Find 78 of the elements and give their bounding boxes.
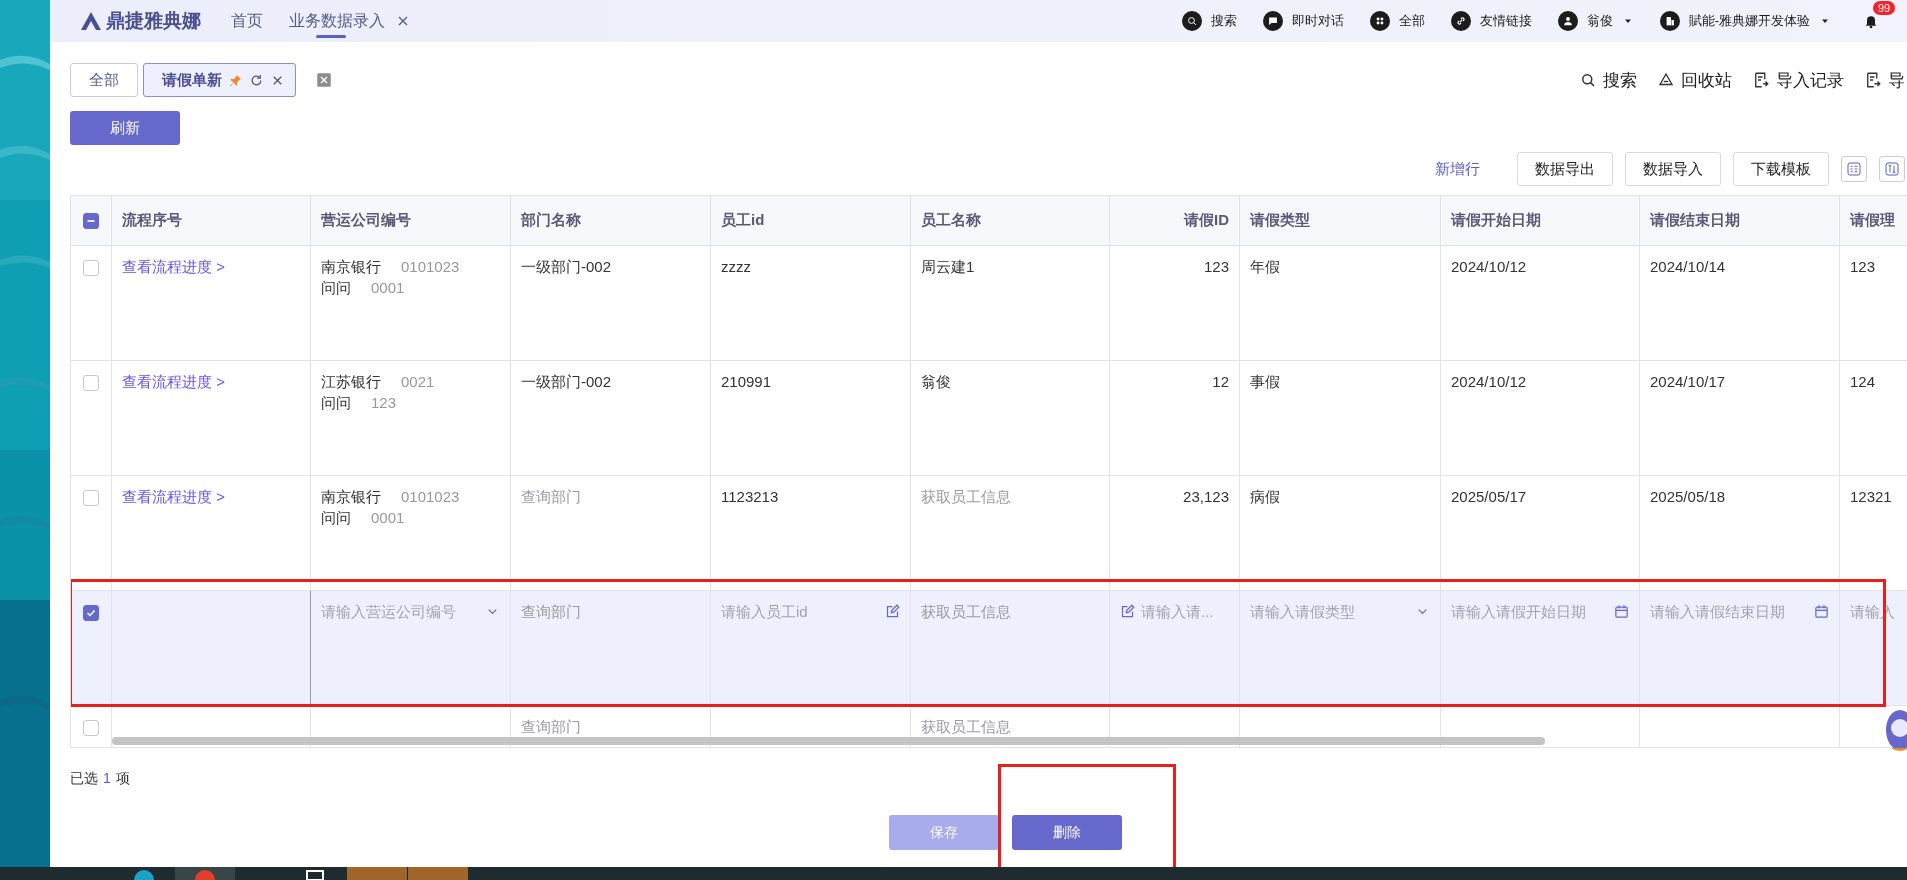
column-header: 请假类型 [1250, 211, 1310, 230]
end-date: 2025/05/18 [1650, 488, 1726, 505]
company-code: 0001 [371, 509, 405, 528]
employee-id: 1123213 [721, 488, 779, 505]
employee-name: 周云建1 [921, 258, 975, 277]
start-date: 2025/05/17 [1451, 488, 1527, 505]
leave-id: 12 [1212, 373, 1229, 390]
company-code: 0001 [371, 279, 405, 298]
leave-reason: 123 [1850, 258, 1876, 275]
footer-button[interactable]: 删除 [1012, 815, 1122, 850]
process-link[interactable]: 查看流程进度 > [122, 258, 225, 277]
company-name: 问问 [321, 509, 351, 528]
add-row-link[interactable]: 新增行 [1435, 159, 1480, 179]
top-menu-item[interactable]: 翁俊 [1557, 11, 1634, 31]
leave-type: 事假 [1250, 373, 1280, 392]
top-menu-item[interactable]: 賦能-雅典娜开发体验 [1659, 11, 1831, 31]
end-date: 2024/10/14 [1650, 258, 1726, 275]
nav-tab[interactable]: 业务数据录入 [289, 0, 411, 42]
employee-id: 210991 [721, 373, 772, 390]
company-name: 江苏银行 [321, 373, 381, 392]
app-logo-text: 鼎捷雅典娜 [106, 9, 201, 33]
column-header: 请假开始日期 [1451, 211, 1541, 230]
page-tab[interactable]: 请假单新 [143, 63, 296, 97]
column-header: 请假ID [1184, 211, 1229, 230]
notification-badge: 99 [1873, 1, 1896, 15]
leave-id-field[interactable]: 请输入请... [1141, 603, 1229, 620]
company-name: 南京银行 [321, 258, 381, 277]
company-code: 0101023 [401, 488, 460, 507]
leave-type: 病假 [1250, 488, 1280, 507]
selection-label: 项 [115, 770, 130, 788]
nav-tab[interactable]: 首页 [231, 0, 263, 42]
page-tab[interactable]: 全部 [70, 63, 138, 97]
top-menu-item[interactable]: 搜索 [1181, 11, 1237, 31]
toolbar-action[interactable]: 导 [1864, 68, 1905, 92]
start-date: 2024/10/12 [1451, 373, 1527, 390]
toolbar-action[interactable]: 导入记录 [1752, 68, 1844, 92]
employee-id: zzzz [721, 258, 751, 275]
column-header: 员工名称 [921, 211, 981, 230]
column-header: 请假理 [1850, 211, 1895, 230]
company-name: 问问 [321, 394, 351, 413]
end-date-field[interactable]: 请输入请假结束日期 [1650, 603, 1808, 620]
leave-type-field[interactable]: 请输入请假类型 [1250, 603, 1409, 620]
start-date-field[interactable]: 请输入请假开始日期 [1451, 603, 1608, 620]
company-code-field[interactable]: 请输入营运公司编号 [321, 603, 479, 620]
column-header: 流程序号 [122, 211, 182, 230]
leave-reason: 12321 [1850, 488, 1892, 505]
company-name: 南京银行 [321, 488, 381, 507]
column-header: 部门名称 [521, 211, 581, 230]
process-link[interactable]: 查看流程进度 > [122, 488, 225, 507]
start-date: 2024/10/12 [1451, 258, 1527, 275]
leave-id: 23,123 [1183, 488, 1229, 505]
selection-count: 1 [103, 770, 111, 788]
department-name: 一级部门-002 [521, 258, 612, 277]
top-menu-item[interactable]: 友情链接 [1450, 11, 1532, 31]
column-header: 员工id [721, 211, 765, 230]
toolbar-button[interactable]: 数据导出 [1517, 152, 1613, 186]
toolbar-button[interactable]: 数据导入 [1625, 152, 1721, 186]
end-date: 2024/10/17 [1650, 373, 1726, 390]
refresh-button[interactable]: 刷新 [70, 111, 180, 145]
employee-name: 翁俊 [921, 373, 951, 392]
leave-reason: 124 [1850, 373, 1876, 390]
company-code: 0101023 [401, 258, 460, 277]
process-link[interactable]: 查看流程进度 > [122, 373, 225, 392]
leave-id: 123 [1203, 258, 1229, 275]
column-header: 请假结束日期 [1650, 211, 1740, 230]
leave-type: 年假 [1250, 258, 1280, 277]
company-code: 123 [371, 394, 397, 413]
top-menu-item[interactable]: 即时对话 [1262, 11, 1344, 31]
company-code: 0021 [401, 373, 435, 392]
department-name: 一级部门-002 [521, 373, 612, 392]
top-menu-item[interactable]: 全部 [1369, 11, 1425, 31]
company-name: 问问 [321, 279, 351, 298]
toolbar-button[interactable]: 下载模板 [1733, 152, 1829, 186]
column-header: 营运公司编号 [321, 211, 411, 230]
selection-label: 已选 [70, 770, 98, 788]
toolbar-action[interactable]: 回收站 [1657, 68, 1732, 92]
employee-id-field[interactable]: 请输入员工id [721, 603, 879, 620]
toolbar-action[interactable]: 搜索 [1579, 68, 1637, 92]
